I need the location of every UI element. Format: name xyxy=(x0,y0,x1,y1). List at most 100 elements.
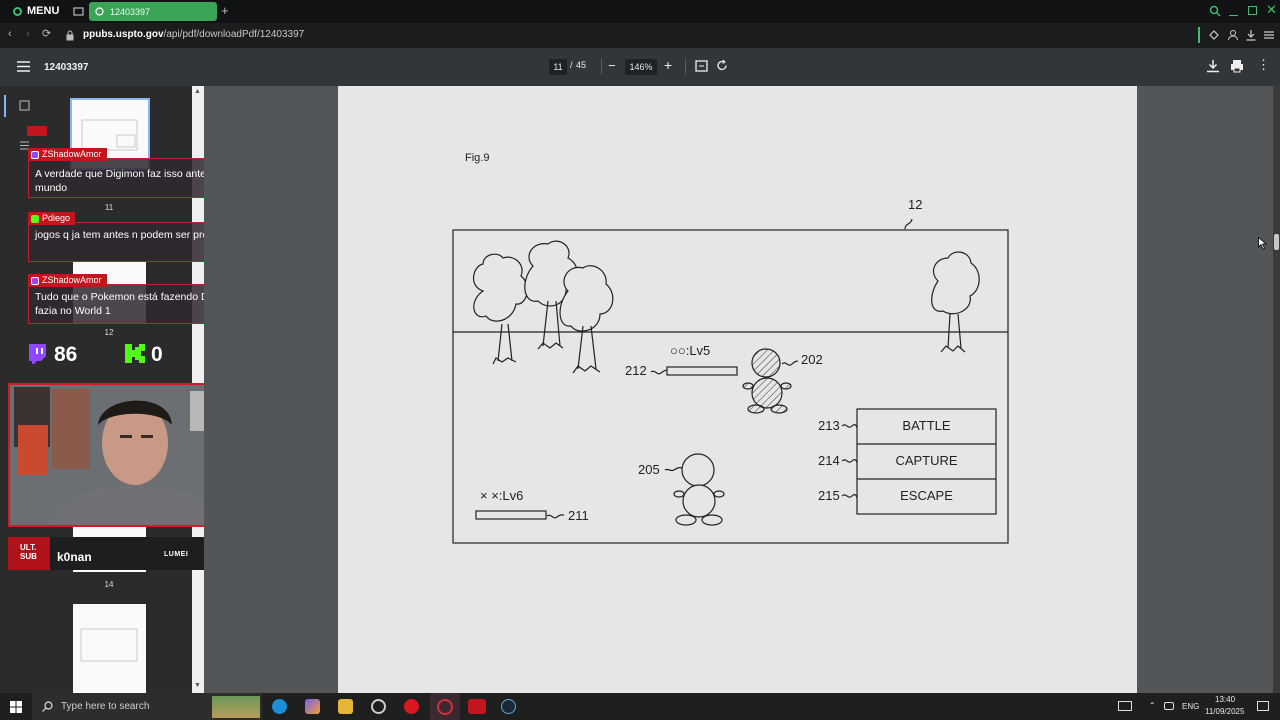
viewer-scrollbar[interactable] xyxy=(1273,86,1280,693)
youtube-music-icon[interactable] xyxy=(404,699,419,714)
account-icon[interactable] xyxy=(1227,29,1239,41)
opera-logo-icon xyxy=(13,6,22,16)
copilot-icon[interactable] xyxy=(305,699,320,714)
player-name-level: × ×:Lv6 xyxy=(480,488,524,503)
scroll-up-icon[interactable]: ▲ xyxy=(194,88,201,95)
leader-202 xyxy=(781,360,799,366)
menu-capture-label: CAPTURE xyxy=(895,453,958,468)
github-desktop-icon[interactable] xyxy=(371,699,386,714)
language-indicator[interactable]: ENG xyxy=(1182,702,1199,711)
leader-215 xyxy=(841,494,858,499)
ref-214: 214 xyxy=(818,453,840,468)
leader-214 xyxy=(841,459,858,464)
taskbar-active-app[interactable] xyxy=(430,693,460,720)
thumbnail-label-11: 11 xyxy=(104,203,114,212)
extensions-icon[interactable] xyxy=(1208,29,1220,41)
pdf-viewer[interactable]: Fig.9 12 ○○:Lv5 212 202 205 × ×:Lv6 211 … xyxy=(204,86,1280,693)
active-view-indicator xyxy=(4,95,6,117)
badge-label-line2: SUB xyxy=(20,552,37,561)
pdf-tab-icon xyxy=(95,7,104,16)
page-thumbnail-14[interactable] xyxy=(73,604,146,693)
tray-overflow-icon[interactable]: ⌃ xyxy=(1149,701,1156,710)
edge-browser-icon[interactable] xyxy=(272,699,287,714)
pdf-page: Fig.9 12 ○○:Lv5 212 202 205 × ×:Lv6 211 … xyxy=(338,86,1137,693)
chat-username-tag: Pdiego xyxy=(28,212,76,225)
ref-215: 215 xyxy=(818,488,840,503)
toolbar-divider xyxy=(601,59,602,75)
url-host: ppubs.uspto.gov xyxy=(83,29,164,40)
twitch-badge-icon xyxy=(31,276,39,285)
keyboard-tray-icon[interactable] xyxy=(1118,701,1132,711)
enemy-body xyxy=(751,377,783,409)
easy-setup-icon[interactable] xyxy=(1263,29,1275,41)
chat-username-tag: ZShadowAmor xyxy=(28,148,107,161)
forward-icon[interactable]: › xyxy=(26,28,30,40)
windows-start-icon[interactable] xyxy=(10,701,22,713)
leader-211 xyxy=(546,514,565,519)
ref-205: 205 xyxy=(638,462,660,477)
zoom-level-input[interactable]: 146% xyxy=(625,59,657,75)
fit-to-page-icon[interactable] xyxy=(695,60,708,72)
thumbnail-drawing xyxy=(80,628,138,662)
file-explorer-icon[interactable] xyxy=(338,699,353,714)
page-number-input[interactable]: 11 xyxy=(549,59,567,75)
network-icon[interactable] xyxy=(1164,702,1174,710)
minimize-icon[interactable] xyxy=(1229,4,1238,16)
tab-manager-icon[interactable] xyxy=(73,6,84,17)
toolbar-divider xyxy=(685,59,686,75)
twitch-badge-icon xyxy=(31,150,39,159)
chat-username-tag: ZShadowAmor xyxy=(28,274,107,287)
mouse-cursor-icon xyxy=(1258,237,1267,250)
clock-time[interactable]: 13:40 xyxy=(1215,695,1235,704)
browser-menu-button[interactable]: MENU xyxy=(6,2,66,20)
total-pages: 45 xyxy=(576,60,587,70)
browser-menu-label: MENU xyxy=(27,5,60,17)
thumbnails-view-icon[interactable] xyxy=(19,100,30,111)
kick-viewer-count: 0 xyxy=(151,343,163,366)
ref-screen-12: 12 xyxy=(908,197,923,212)
rotate-icon[interactable] xyxy=(716,59,729,72)
tab-title: 12403397 xyxy=(110,6,151,17)
scrollbar-thumb[interactable] xyxy=(1274,234,1279,250)
download-icon[interactable] xyxy=(1206,59,1220,73)
player-head xyxy=(681,453,715,487)
steam-icon[interactable] xyxy=(501,699,516,714)
maximize-icon[interactable] xyxy=(1248,6,1257,15)
thumbnail-label-12: 12 xyxy=(104,328,114,337)
sponsor-logo: LUMEI xyxy=(164,551,189,558)
search-tabs-icon[interactable] xyxy=(1209,5,1221,17)
address-bar: ‹ › ⟳ ppubs.uspto.gov/api/pdf/downloadPd… xyxy=(0,23,1280,48)
streamer-name: k0nan xyxy=(57,550,92,564)
leader-213 xyxy=(841,424,858,429)
chat-username: ZShadowAmor xyxy=(42,275,102,285)
hamburger-menu-icon[interactable] xyxy=(17,61,30,72)
twitch-viewer-count: 86 xyxy=(54,343,78,366)
print-icon[interactable] xyxy=(1230,59,1244,73)
url-field[interactable]: ppubs.uspto.gov/api/pdf/downloadPdf/1240… xyxy=(83,29,304,40)
patent-figure-drawing xyxy=(452,218,1009,544)
ref-202: 202 xyxy=(801,352,823,367)
close-window-icon[interactable]: ✕ xyxy=(1266,2,1277,18)
stream-app-icon[interactable] xyxy=(468,699,486,714)
zoom-in-icon[interactable]: + xyxy=(664,57,672,73)
pdf-toolbar: 12403397 11 / 45 − 146% + ⋮ xyxy=(0,48,1280,86)
browser-tab-active[interactable]: 12403397 xyxy=(89,2,217,21)
page-separator: / xyxy=(570,60,573,70)
badge-label-line1: ULT. xyxy=(20,543,37,552)
notifications-icon[interactable] xyxy=(1257,701,1269,711)
zoom-out-icon[interactable]: − xyxy=(608,58,616,73)
downloads-icon[interactable] xyxy=(1245,29,1257,41)
lock-icon xyxy=(66,30,74,41)
address-divider xyxy=(1198,27,1200,43)
windows-taskbar: Type here to search ⌃ ENG 13:40 11/09/20… xyxy=(0,693,1280,720)
kick-badge-icon xyxy=(31,214,39,223)
leader-12 xyxy=(904,218,913,230)
new-tab-button[interactable]: + xyxy=(221,3,229,18)
player-hp-bar xyxy=(475,510,547,520)
reload-icon[interactable]: ⟳ xyxy=(42,27,51,40)
back-icon[interactable]: ‹ xyxy=(8,28,12,40)
clock-date[interactable]: 11/09/2025 xyxy=(1205,707,1244,716)
more-options-icon[interactable]: ⋮ xyxy=(1257,57,1270,73)
menu-escape-label: ESCAPE xyxy=(900,488,953,503)
scroll-down-icon[interactable]: ▼ xyxy=(194,682,201,689)
